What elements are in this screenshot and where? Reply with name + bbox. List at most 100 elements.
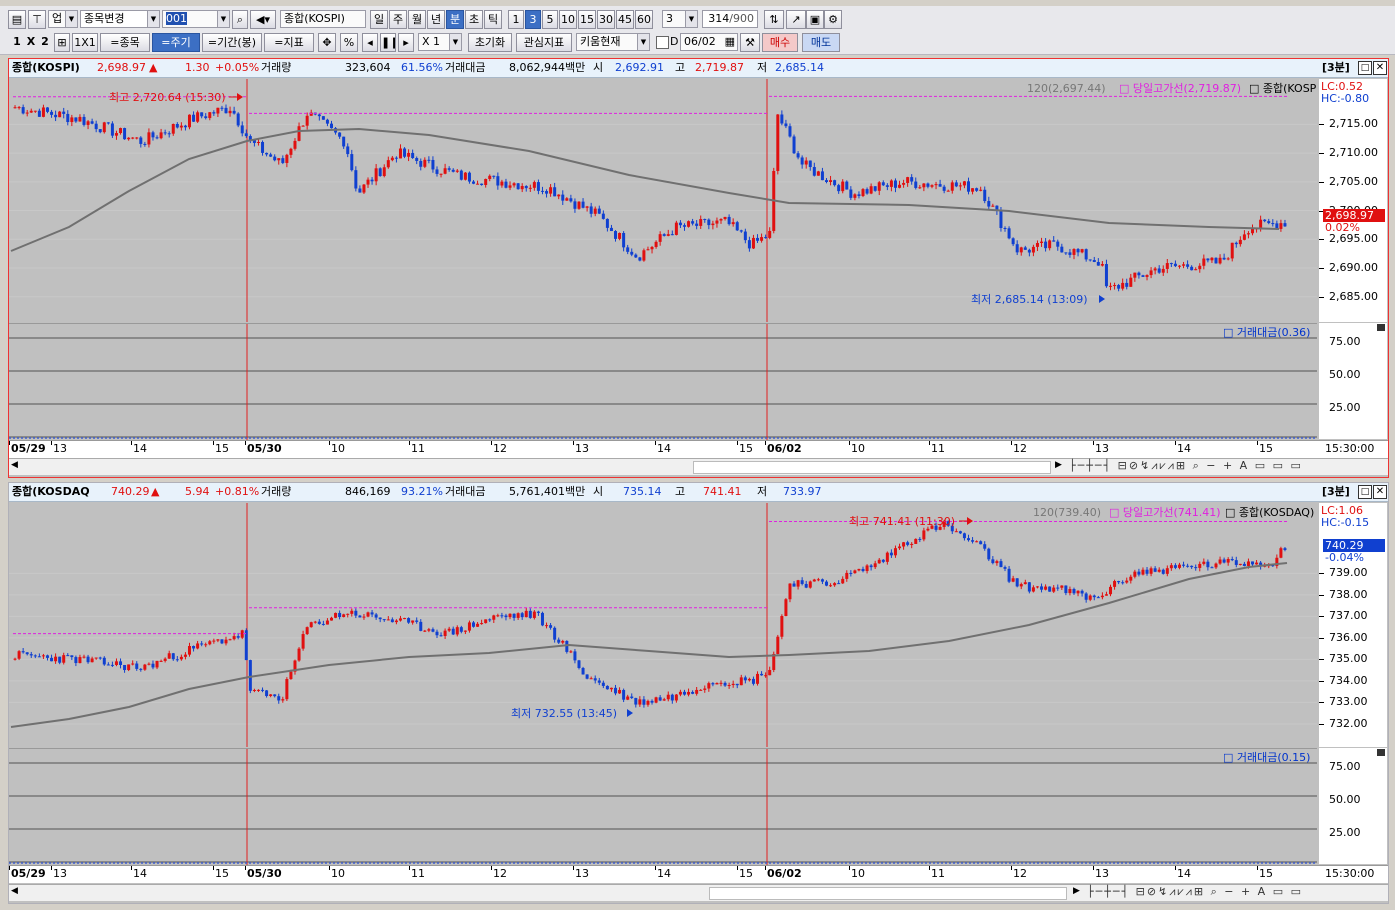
save-icon[interactable]: ▣ — [806, 10, 824, 29]
candle — [334, 612, 338, 618]
scroll-thumb[interactable] — [693, 461, 1051, 474]
prev-icon[interactable]: ◂ — [362, 33, 378, 52]
interval-input[interactable]: 3 ▼ — [662, 10, 698, 28]
grid-icon[interactable]: ⊞ — [54, 33, 70, 52]
period-button[interactable]: 주 — [389, 10, 407, 29]
period-button[interactable]: 초 — [465, 10, 483, 29]
speaker-icon[interactable]: ◀▾ — [250, 10, 276, 29]
interval-button[interactable]: 45 — [616, 10, 634, 29]
buy-button[interactable]: 매수 — [762, 33, 798, 52]
sub-legend: □ 거래대금(0.15) — [1223, 751, 1310, 764]
pause-icon[interactable]: ❚❚ — [380, 33, 396, 52]
tool-icon[interactable]: ⚒ — [740, 33, 760, 52]
reset-button[interactable]: 초기화 — [468, 33, 512, 52]
kosdaq-amount-plot[interactable]: □ 거래대금(0.15) — [9, 748, 1317, 865]
period-button[interactable]: 틱 — [484, 10, 502, 29]
interval-button[interactable]: 1 — [508, 10, 524, 29]
period-button[interactable]: 년 — [427, 10, 445, 29]
sub-close-icon[interactable] — [1377, 749, 1385, 756]
candle — [70, 655, 74, 658]
kosdaq-price-plot[interactable]: 120(739.40) □ 당일고가선(741.41) □ 종합(KOSDAQ) 최고… — [9, 503, 1317, 747]
code-input[interactable]: 001 ▼ — [162, 10, 230, 28]
next-icon[interactable]: ▸ — [398, 33, 414, 52]
crosshair-icon[interactable]: ✥ — [318, 33, 336, 52]
interval-button[interactable]: 5 — [542, 10, 558, 29]
close-icon[interactable]: ✕ — [1373, 485, 1387, 499]
kospi-chart-panel: 종합(KOSPI) 2,698.97 ▲ 1.30 +0.05% 거래량 323… — [8, 58, 1389, 478]
sell-button[interactable]: 매도 — [802, 33, 840, 52]
candle — [244, 133, 248, 137]
candle — [1190, 266, 1194, 271]
interest-indicator-button[interactable]: 관심지표 — [516, 33, 572, 52]
stock-sync-button[interactable]: =종목 — [100, 33, 150, 52]
period-button[interactable]: 분 — [446, 10, 464, 29]
candle — [366, 179, 370, 185]
candle — [374, 168, 378, 182]
layout-x[interactable]: X — [24, 33, 38, 52]
candle — [362, 616, 366, 618]
period-button[interactable]: 월 — [408, 10, 426, 29]
x-tick — [737, 441, 738, 445]
candle — [467, 622, 471, 631]
layout-1x1-button[interactable]: 1X1 — [72, 33, 98, 52]
layout-2[interactable]: 2 — [38, 33, 52, 52]
kosdaq-scrollbar[interactable]: ◀ ▶ ├─┼─┤ ⊟⊘↯⩘⩗⩘⊞ ⌕ − + A ▭ ▭ — [9, 884, 1388, 901]
candle — [261, 689, 265, 691]
candle — [78, 657, 82, 664]
count-field[interactable]: 314/900 — [702, 10, 758, 28]
change-stock-select[interactable]: 종목변경 ▼ — [80, 10, 160, 28]
sub-close-icon[interactable] — [1377, 324, 1385, 331]
chart-tools-icon[interactable]: ├─┼─┤ ⊟⊘↯⩘⩗⩘⊞ ⌕ − + A ▭ ▭ — [1087, 885, 1303, 899]
market-select[interactable]: 업 ▼ — [48, 10, 78, 28]
scroll-thumb[interactable] — [709, 887, 1067, 900]
range-sync-button[interactable]: =기간(봉) — [202, 33, 262, 52]
date-input[interactable]: 06/02 ▦ — [680, 33, 738, 51]
settings-icon[interactable]: ⚙ — [824, 10, 842, 29]
kospi-amount-plot[interactable]: □ 거래대금(0.36) — [9, 323, 1317, 440]
line-tool-icon[interactable]: ↗ — [786, 10, 806, 29]
kosdaq-x-axis: 05/29 13 14 15 05/30 10 11 12 13 14 15 06/02 10 11 12 1… — [9, 865, 1388, 883]
pin-icon[interactable]: ⊤ — [28, 10, 46, 29]
interval-button[interactable]: 10 — [559, 10, 577, 29]
candle — [1125, 282, 1129, 287]
scroll-right-icon[interactable]: ▶ — [1073, 886, 1080, 896]
candle — [540, 190, 544, 192]
close-icon[interactable]: ✕ — [1373, 61, 1387, 75]
candle — [991, 559, 995, 564]
indicator-sync-button[interactable]: =지표 — [264, 33, 314, 52]
y-tick — [1319, 594, 1324, 596]
interval-button[interactable]: 30 — [597, 10, 615, 29]
scroll-right-icon[interactable]: ▶ — [1055, 460, 1062, 470]
percent-button[interactable]: % — [340, 33, 358, 52]
chart-tools-icon[interactable]: ├─┼─┤ ⊟⊘↯⩘⩗⩘⊞ ⌕ − + A ▭ ▭ ▭ — [1069, 459, 1303, 473]
zoom-select[interactable]: X 1 ▼ — [418, 33, 462, 51]
interval-button[interactable]: 60 — [635, 10, 653, 29]
calendar-icon[interactable]: ▦ — [725, 34, 735, 50]
candle — [90, 121, 94, 124]
scroll-left-icon[interactable]: ◀ — [11, 886, 18, 896]
maximize-icon[interactable]: □ — [1358, 61, 1372, 75]
compare-icon[interactable]: ⇅ — [764, 10, 784, 29]
period-button[interactable]: 일 — [370, 10, 388, 29]
scroll-left-icon[interactable]: ◀ — [11, 460, 18, 470]
kospi-volume-ratio: 61.56% — [401, 61, 443, 74]
chart-layout-icon[interactable]: ▤ — [8, 10, 26, 29]
interval-button[interactable]: 15 — [578, 10, 596, 29]
maximize-icon[interactable]: □ — [1358, 485, 1372, 499]
kiwoom-select[interactable]: 키움현재 ▼ — [576, 33, 650, 51]
date-checkbox[interactable] — [656, 36, 669, 49]
period-sync-button[interactable]: =주기 — [152, 33, 200, 52]
candle — [573, 651, 577, 661]
kospi-scrollbar[interactable]: ◀ ▶ ├─┼─┤ ⊟⊘↯⩘⩗⩘⊞ ⌕ − + A ▭ ▭ ▭ — [9, 458, 1388, 475]
candle — [1076, 590, 1080, 594]
kospi-price-plot[interactable]: 120(2,697.44) □ 당일고가선(2,719.87) □ 종합(KOSPI… — [9, 79, 1317, 322]
x-tick-label: 12 — [493, 442, 507, 455]
candle — [305, 627, 309, 635]
interval-button[interactable]: 3 — [525, 10, 541, 29]
x-tick — [51, 441, 52, 445]
candle — [553, 627, 557, 640]
y-tick — [1319, 124, 1324, 126]
candle — [1040, 241, 1044, 243]
search-icon[interactable]: ⌕ — [232, 10, 248, 29]
layout-1[interactable]: 1 — [10, 33, 24, 52]
